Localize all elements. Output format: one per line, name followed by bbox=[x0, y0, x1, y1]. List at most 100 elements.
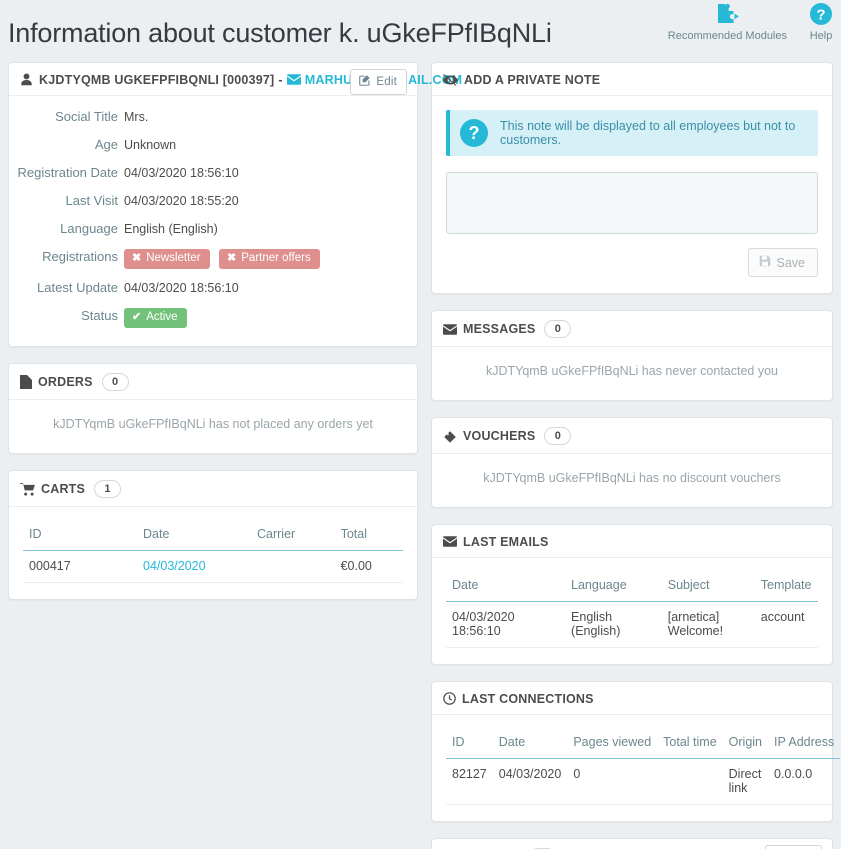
orders-panel: ORDERS 0 kJDTYqmB uGkeFPfIBqNLi has not … bbox=[8, 363, 418, 454]
orders-empty-message: kJDTYqmB uGkeFPfIBqNLi has not placed an… bbox=[53, 417, 373, 431]
last-connections-panel: LAST CONNECTIONS ID Date Pages viewed To… bbox=[431, 681, 841, 822]
private-note-panel-header: ADD A PRIVATE NOTE bbox=[432, 63, 832, 96]
info-row: Last Visit 04/03/2020 18:55:20 bbox=[9, 192, 407, 210]
table-row[interactable]: 000417 04/03/2020 €0.00 bbox=[23, 550, 403, 583]
conn-ip-address: 0.0.0.0 bbox=[768, 758, 841, 805]
left-column: KJDTYQMB UGKEFPFIBQNLI [000397] - MARHUY… bbox=[0, 62, 462, 616]
conn-origin: Direct link bbox=[722, 758, 768, 805]
carts-count-badge: 1 bbox=[94, 480, 122, 498]
question-mark-icon: ? bbox=[460, 119, 488, 147]
private-note-alert-text: This note will be displayed to all emplo… bbox=[500, 119, 796, 147]
edit-groups-button[interactable]: Edit bbox=[765, 845, 822, 849]
shopping-cart-icon bbox=[20, 482, 35, 496]
conn-total-time bbox=[657, 758, 723, 805]
info-row-registrations: Registrations ✖ Newsletter ✖ Partner off… bbox=[9, 248, 407, 269]
recommended-modules-button[interactable]: Recommended Modules bbox=[668, 2, 787, 43]
envelope-icon bbox=[443, 323, 457, 335]
info-label: Social Title bbox=[55, 109, 118, 124]
last-connections-header-row: ID Date Pages viewed Total time Origin I… bbox=[446, 729, 841, 759]
messages-panel-header: MESSAGES 0 bbox=[432, 311, 832, 347]
ticket-icon bbox=[443, 430, 457, 443]
info-value: 04/03/2020 18:56:10 bbox=[124, 281, 239, 295]
messages-empty-message: kJDTYqmB uGkeFPfIBqNLi has never contact… bbox=[485, 364, 779, 378]
info-label: Registrations bbox=[42, 249, 118, 264]
last-emails-panel-title: LAST EMAILS bbox=[463, 534, 549, 549]
save-note-button[interactable]: Save bbox=[747, 248, 818, 277]
info-row: Registration Date 04/03/2020 18:56:10 bbox=[9, 164, 407, 182]
last-connections-table: ID Date Pages viewed Total time Origin I… bbox=[446, 729, 841, 805]
recommended-modules-label: Recommended Modules bbox=[667, 30, 787, 42]
info-value: Mrs. bbox=[124, 110, 149, 124]
edit-customer-label: Edit bbox=[376, 76, 397, 88]
info-value: English (English) bbox=[124, 222, 218, 236]
info-label: Registration Date bbox=[17, 165, 118, 180]
conn-col-date: Date bbox=[492, 729, 568, 759]
conn-col-origin: Origin bbox=[722, 729, 768, 759]
cart-date-link[interactable]: 04/03/2020 bbox=[137, 550, 251, 583]
info-label: Status bbox=[81, 308, 118, 323]
last-connections-panel-header: LAST CONNECTIONS bbox=[432, 682, 832, 715]
vouchers-panel-title: VOUCHERS bbox=[463, 429, 536, 443]
carts-table-header-row: ID Date Carrier Total bbox=[23, 521, 403, 551]
cross-icon: ✖ bbox=[227, 252, 237, 264]
carts-panel-header: CARTS 1 bbox=[9, 471, 417, 507]
orders-count-badge: 0 bbox=[101, 373, 129, 391]
last-emails-panel-header: LAST EMAILS bbox=[432, 525, 832, 558]
private-note-panel-title: ADD A PRIVATE NOTE bbox=[464, 72, 601, 87]
partner-offers-badge: ✖ Partner offers bbox=[219, 249, 320, 269]
vouchers-panel: VOUCHERS 0 kJDTYqmB uGkeFPfIBqNLi has no… bbox=[431, 417, 833, 508]
cart-total: €0.00 bbox=[334, 550, 403, 583]
cart-carrier bbox=[251, 550, 335, 583]
envelope-icon bbox=[443, 536, 457, 547]
conn-pages-viewed: 0 bbox=[567, 758, 658, 805]
question-circle-icon: ? bbox=[809, 2, 833, 28]
file-icon bbox=[20, 375, 32, 389]
info-value: Unknown bbox=[124, 138, 177, 152]
conn-col-pages-viewed: Pages viewed bbox=[567, 729, 658, 759]
info-row-status: Status ✔ Active bbox=[9, 307, 407, 328]
carts-col-id: ID bbox=[23, 521, 137, 551]
header-separator: - bbox=[278, 72, 283, 87]
edit-customer-button[interactable]: Edit bbox=[350, 69, 407, 95]
carts-table: ID Date Carrier Total 000417 04/03/2020 bbox=[23, 521, 403, 583]
customer-info-panel-header: KJDTYQMB UGKEFPFIBQNLI [000397] - MARHUY… bbox=[9, 63, 462, 96]
status-badge-label: Active bbox=[146, 311, 178, 323]
customer-name: KJDTYQMB UGKEFPFIBQNLI [000397] bbox=[39, 72, 275, 87]
newsletter-badge: ✖ Newsletter bbox=[124, 249, 210, 269]
page-header: Information about customer k. uGkeFPfIBq… bbox=[0, 0, 841, 58]
save-note-label: Save bbox=[776, 255, 806, 270]
cart-id: 000417 bbox=[23, 550, 137, 583]
user-icon bbox=[20, 73, 33, 86]
envelope-icon bbox=[286, 74, 301, 85]
vouchers-panel-header: VOUCHERS 0 bbox=[432, 418, 832, 454]
info-row: Social Title Mrs. bbox=[9, 108, 407, 126]
messages-panel: MESSAGES 0 kJDTYqmB uGkeFPfIBqNLi has ne… bbox=[431, 310, 833, 401]
vouchers-count-badge: 0 bbox=[544, 427, 572, 445]
content-columns: KJDTYQMB UGKEFPFIBQNLI [000397] - MARHUY… bbox=[0, 62, 841, 849]
private-note-alert: ? This note will be displayed to all emp… bbox=[446, 110, 818, 156]
orders-panel-title: ORDERS bbox=[38, 375, 93, 389]
carts-panel-title: CARTS bbox=[41, 482, 86, 496]
clock-icon bbox=[443, 692, 456, 705]
table-row: 82127 04/03/2020 0 Direct link 0.0.0.0 bbox=[446, 758, 841, 805]
cross-icon: ✖ bbox=[132, 252, 142, 264]
messages-count-badge: 0 bbox=[544, 320, 572, 338]
emails-col-language: Language bbox=[565, 572, 662, 602]
private-note-panel-body: ? This note will be displayed to all emp… bbox=[432, 96, 832, 293]
last-emails-panel-body: Date Language Subject Template 04/03/202… bbox=[432, 558, 832, 664]
carts-col-date: Date bbox=[137, 521, 251, 551]
info-value: 04/03/2020 18:56:10 bbox=[124, 166, 239, 180]
conn-col-ip-address: IP Address bbox=[768, 729, 841, 759]
info-row: Language English (English) bbox=[9, 220, 407, 238]
svg-text:?: ? bbox=[816, 7, 825, 24]
private-note-textarea[interactable] bbox=[446, 172, 818, 234]
info-label: Latest Update bbox=[37, 280, 118, 295]
email-language: English (English) bbox=[565, 601, 662, 648]
info-row: Age Unknown bbox=[9, 136, 407, 154]
help-button[interactable]: ? Help bbox=[809, 2, 833, 43]
last-emails-panel: LAST EMAILS Date Language Subject Templa… bbox=[431, 524, 833, 665]
header-tools: Recommended Modules ? Help bbox=[668, 2, 833, 43]
emails-col-template: Template bbox=[754, 572, 818, 602]
orders-panel-header: ORDERS 0 bbox=[9, 364, 417, 400]
info-value: 04/03/2020 18:55:20 bbox=[124, 194, 239, 208]
